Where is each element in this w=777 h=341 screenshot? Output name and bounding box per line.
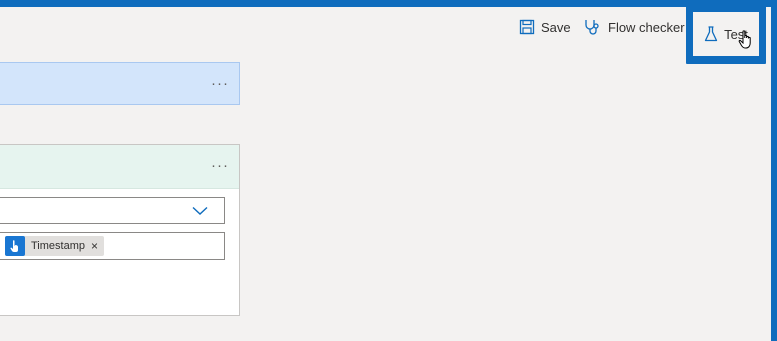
action-card-expanded: ··· Timestamp × [0, 144, 240, 316]
stethoscope-icon [585, 20, 599, 35]
save-button[interactable]: Save [519, 7, 571, 47]
hand-cursor-icon [738, 30, 751, 49]
remove-token-button[interactable]: × [91, 239, 98, 253]
more-options-button[interactable]: ··· [211, 157, 229, 174]
dropdown-select[interactable] [0, 197, 225, 224]
toolbar: Save Flow checker [0, 7, 771, 47]
window-top-border [0, 0, 777, 7]
token-input-field[interactable]: Timestamp × [0, 232, 225, 260]
save-label: Save [541, 19, 571, 35]
dynamic-content-token[interactable]: Timestamp × [5, 236, 105, 256]
window-right-border [771, 7, 777, 341]
flow-checker-button[interactable]: Flow checker [584, 7, 685, 47]
touch-icon [5, 236, 25, 256]
flow-checker-label: Flow checker [608, 19, 685, 35]
card-header[interactable]: ··· [0, 145, 239, 189]
more-options-button[interactable]: ··· [211, 75, 229, 92]
test-button-highlight: Test [686, 6, 766, 64]
action-card-collapsed[interactable]: ··· [0, 62, 240, 105]
flask-icon [704, 26, 718, 42]
token-label: Timestamp [31, 240, 85, 252]
chevron-down-icon [192, 206, 208, 215]
save-icon [519, 19, 535, 35]
